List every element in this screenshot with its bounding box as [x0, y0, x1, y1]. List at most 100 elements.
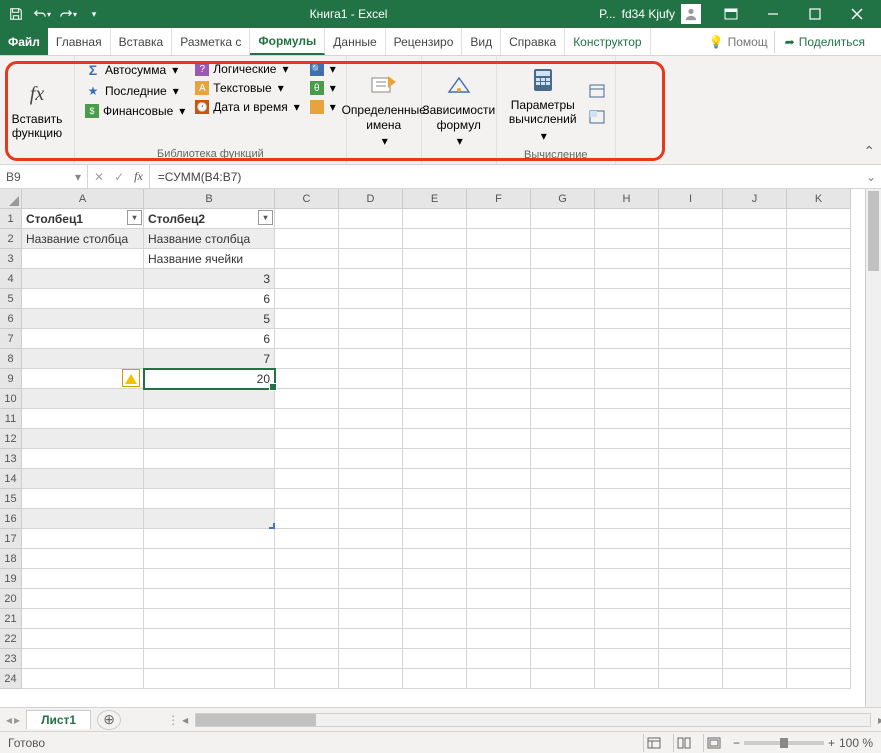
sheet-nav[interactable]: ◂▸ [0, 713, 26, 727]
cell[interactable] [467, 469, 531, 489]
row-header[interactable]: 1 [0, 209, 22, 229]
cell[interactable] [467, 669, 531, 689]
cell[interactable]: 3 [144, 269, 275, 289]
row-header[interactable]: 14 [0, 469, 22, 489]
formula-input[interactable]: =СУММ(B4:B7) [150, 165, 861, 188]
cell[interactable] [339, 549, 403, 569]
cell[interactable] [787, 389, 851, 409]
cell[interactable] [787, 449, 851, 469]
cell[interactable] [787, 249, 851, 269]
column-header[interactable]: A [22, 189, 144, 209]
cell[interactable] [659, 449, 723, 469]
tab-file[interactable]: Файл [0, 28, 48, 55]
cell[interactable] [595, 289, 659, 309]
cell[interactable] [531, 389, 595, 409]
cell[interactable] [531, 209, 595, 229]
save-icon[interactable] [4, 2, 28, 26]
cell[interactable] [659, 609, 723, 629]
cell[interactable] [339, 449, 403, 469]
cell[interactable] [275, 289, 339, 309]
cell[interactable] [22, 449, 144, 469]
cell[interactable] [531, 669, 595, 689]
cell[interactable] [144, 549, 275, 569]
cell[interactable] [595, 429, 659, 449]
cell[interactable] [467, 489, 531, 509]
cell[interactable] [787, 229, 851, 249]
cell[interactable] [659, 529, 723, 549]
cell[interactable] [531, 409, 595, 429]
cell[interactable] [595, 629, 659, 649]
cell[interactable] [595, 309, 659, 329]
cell[interactable] [339, 249, 403, 269]
cell[interactable] [659, 409, 723, 429]
cell[interactable] [144, 389, 275, 409]
cell[interactable] [467, 589, 531, 609]
cell[interactable] [403, 229, 467, 249]
cell[interactable] [144, 569, 275, 589]
column-header[interactable]: H [595, 189, 659, 209]
cell[interactable] [275, 429, 339, 449]
minimize-button[interactable] [753, 0, 793, 28]
cell[interactable] [467, 209, 531, 229]
cell[interactable] [22, 289, 144, 309]
cell[interactable] [22, 409, 144, 429]
cell[interactable] [275, 209, 339, 229]
cell[interactable] [339, 429, 403, 449]
tell-me[interactable]: 💡Помощ [703, 35, 774, 49]
cell[interactable] [787, 649, 851, 669]
cell[interactable] [787, 509, 851, 529]
cell[interactable] [723, 269, 787, 289]
cell[interactable] [339, 369, 403, 389]
tab-help[interactable]: Справка [501, 28, 565, 55]
cell[interactable] [659, 209, 723, 229]
cell[interactable] [339, 529, 403, 549]
cell[interactable] [787, 609, 851, 629]
cell[interactable] [531, 469, 595, 489]
cell[interactable] [787, 429, 851, 449]
cell[interactable] [531, 309, 595, 329]
cell[interactable] [275, 669, 339, 689]
tab-home[interactable]: Главная [48, 28, 111, 55]
row-header[interactable]: 10 [0, 389, 22, 409]
cell[interactable] [403, 369, 467, 389]
cell[interactable] [403, 509, 467, 529]
cell[interactable] [659, 389, 723, 409]
logical-button[interactable]: ?Логические▾ [191, 60, 303, 78]
cell[interactable] [22, 429, 144, 449]
column-header[interactable]: D [339, 189, 403, 209]
row-header[interactable]: 2 [0, 229, 22, 249]
cell[interactable] [22, 269, 144, 289]
cell[interactable] [723, 249, 787, 269]
cell[interactable] [22, 489, 144, 509]
cell[interactable] [723, 489, 787, 509]
cell[interactable]: Название столбца [22, 229, 144, 249]
add-sheet-button[interactable]: ⊕ [97, 710, 121, 730]
cell[interactable] [659, 229, 723, 249]
tab-table-design[interactable]: Конструктор [565, 28, 650, 55]
cell[interactable] [22, 549, 144, 569]
cell[interactable] [144, 469, 275, 489]
tab-formulas[interactable]: Формулы [250, 28, 325, 55]
cell[interactable] [275, 449, 339, 469]
cell[interactable] [403, 609, 467, 629]
financial-button[interactable]: $Финансовые▾ [81, 102, 189, 120]
cell[interactable] [787, 669, 851, 689]
cell[interactable] [144, 509, 275, 529]
share-button[interactable]: ➦Поделиться [774, 31, 875, 53]
cell[interactable] [531, 329, 595, 349]
cell[interactable] [22, 249, 144, 269]
cell[interactable] [275, 529, 339, 549]
cell[interactable] [403, 589, 467, 609]
cell[interactable] [339, 329, 403, 349]
tab-layout[interactable]: Разметка с [172, 28, 250, 55]
cell[interactable] [595, 389, 659, 409]
cell[interactable] [275, 389, 339, 409]
row-header[interactable]: 8 [0, 349, 22, 369]
cell[interactable] [659, 549, 723, 569]
cell[interactable] [275, 469, 339, 489]
tab-review[interactable]: Рецензиро [386, 28, 463, 55]
cell[interactable] [403, 389, 467, 409]
cell[interactable] [723, 649, 787, 669]
cell[interactable] [22, 469, 144, 489]
cell[interactable] [659, 489, 723, 509]
